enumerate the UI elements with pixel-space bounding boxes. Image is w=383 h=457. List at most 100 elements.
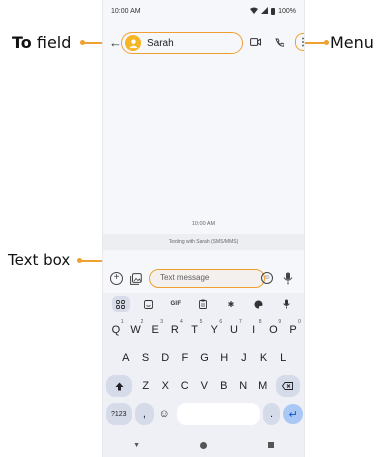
text-message-input[interactable]: Text message — [149, 269, 265, 288]
key-l[interactable]: L — [273, 345, 293, 371]
settings-icon[interactable]: ✱ — [222, 296, 240, 312]
key-label: K — [259, 352, 268, 364]
phone-icon[interactable] — [271, 34, 287, 50]
key-z[interactable]: Z — [136, 373, 156, 399]
backspace-key[interactable] — [275, 375, 300, 397]
key-hint: 8 — [258, 319, 262, 325]
keyboard-row-4: ?123 , ☺ . ↵ — [106, 401, 304, 427]
key-hint: 5 — [199, 319, 203, 325]
shift-icon — [115, 382, 123, 390]
to-field-callout-dot — [80, 40, 85, 45]
contact-name: Sarah — [147, 37, 174, 49]
key-hint: 3 — [160, 319, 164, 325]
to-field[interactable]: Sarah — [121, 32, 243, 54]
key-hint: 2 — [140, 319, 144, 325]
person-icon — [128, 38, 138, 48]
battery-icon — [271, 7, 276, 15]
key-t[interactable]: T5 — [185, 317, 205, 343]
key-p[interactable]: P0 — [283, 317, 303, 343]
key-label: N — [239, 380, 248, 392]
emoji-key[interactable]: ☺ — [154, 403, 174, 425]
key-k[interactable]: K — [254, 345, 274, 371]
key-a[interactable]: A — [116, 345, 136, 371]
shift-key[interactable] — [106, 375, 132, 397]
key-j[interactable]: J — [234, 345, 254, 371]
more-vert-icon[interactable]: ⋮ — [295, 33, 304, 51]
to-field-callout: To field — [12, 33, 72, 52]
wifi-icon — [250, 7, 259, 16]
key-label: U — [229, 324, 238, 336]
add-attachment-icon[interactable]: + — [110, 272, 123, 285]
key-f[interactable]: F — [175, 345, 195, 371]
backspace-icon — [282, 382, 293, 390]
emoji-icon[interactable]: ☺ — [261, 272, 273, 284]
menu-callout: Menu — [330, 33, 374, 52]
key-g[interactable]: G — [195, 345, 215, 371]
key-o[interactable]: O9 — [264, 317, 284, 343]
sticker-icon[interactable] — [139, 296, 157, 312]
key-hint: 4 — [179, 319, 183, 325]
key-n[interactable]: N — [234, 373, 254, 399]
menu-callout-dot — [324, 40, 329, 45]
keyboard-row-2: ASDFGHJKL — [116, 345, 293, 371]
key-i[interactable]: I8 — [244, 317, 264, 343]
key-s[interactable]: S — [136, 345, 156, 371]
avatar — [125, 35, 141, 51]
keyboard-toolbar: GIF ✱ — [103, 293, 304, 315]
key-q[interactable]: Q1 — [106, 317, 126, 343]
row-3-letters: ZXCVBNM — [136, 373, 273, 399]
key-hint: 0 — [298, 319, 301, 325]
key-label: L — [280, 352, 287, 364]
voice-input-icon[interactable] — [283, 272, 295, 285]
key-b[interactable]: B — [214, 373, 234, 399]
comma-key[interactable]: , — [134, 403, 155, 425]
key-e[interactable]: E3 — [145, 317, 165, 343]
key-m[interactable]: M — [253, 373, 273, 399]
space-key[interactable] — [176, 403, 260, 425]
nav-recents-icon[interactable] — [267, 442, 274, 448]
key-label: M — [258, 380, 268, 392]
key-label: V — [200, 380, 208, 392]
key-v[interactable]: V — [195, 373, 215, 399]
key-label: O — [269, 324, 278, 336]
nav-home-icon[interactable] — [200, 441, 208, 449]
signal-icon — [261, 6, 269, 16]
key-label: Y — [210, 324, 218, 336]
phone-screen: 10:00 AM 100% ← Sarah ⋮ — [102, 0, 305, 457]
text-box-callout-dot — [77, 258, 82, 263]
key-d[interactable]: D — [155, 345, 175, 371]
key-w[interactable]: W2 — [126, 317, 146, 343]
video-call-icon[interactable] — [247, 34, 263, 50]
symbols-key[interactable]: ?123 — [106, 403, 132, 425]
key-r[interactable]: R4 — [165, 317, 185, 343]
enter-key[interactable]: ↵ — [283, 404, 304, 424]
keyboard-mic-icon[interactable] — [277, 296, 295, 312]
key-label: P — [289, 324, 297, 336]
key-label: C — [180, 380, 189, 392]
navigation-bar: ▼ — [103, 433, 304, 457]
gif-button[interactable]: GIF — [167, 296, 185, 312]
key-y[interactable]: Y6 — [204, 317, 224, 343]
key-label: J — [241, 352, 247, 364]
key-x[interactable]: X — [156, 373, 176, 399]
key-label: W — [130, 324, 141, 336]
period-key[interactable]: . — [262, 403, 281, 425]
key-h[interactable]: H — [214, 345, 234, 371]
grid-icon[interactable] — [111, 296, 130, 312]
texting-with-banner: Texting with Sarah (SMS/MMS) — [103, 234, 304, 250]
palette-icon[interactable] — [250, 296, 268, 312]
key-label: B — [220, 380, 228, 392]
app-bar: ← Sarah ⋮ — [103, 22, 304, 62]
status-icons: 100% — [250, 6, 296, 16]
key-c[interactable]: C — [175, 373, 195, 399]
key-label: D — [161, 352, 170, 364]
message-timestamp: 10:00 AM — [191, 221, 216, 227]
key-label: H — [220, 352, 229, 364]
status-bar: 10:00 AM 100% — [103, 0, 304, 22]
nav-back-icon[interactable]: ▼ — [133, 442, 140, 449]
gallery-icon[interactable] — [130, 272, 142, 285]
key-u[interactable]: U7 — [224, 317, 244, 343]
key-hint: 7 — [239, 319, 242, 325]
clipboard-icon[interactable] — [194, 296, 212, 312]
key-label: Z — [142, 380, 150, 392]
